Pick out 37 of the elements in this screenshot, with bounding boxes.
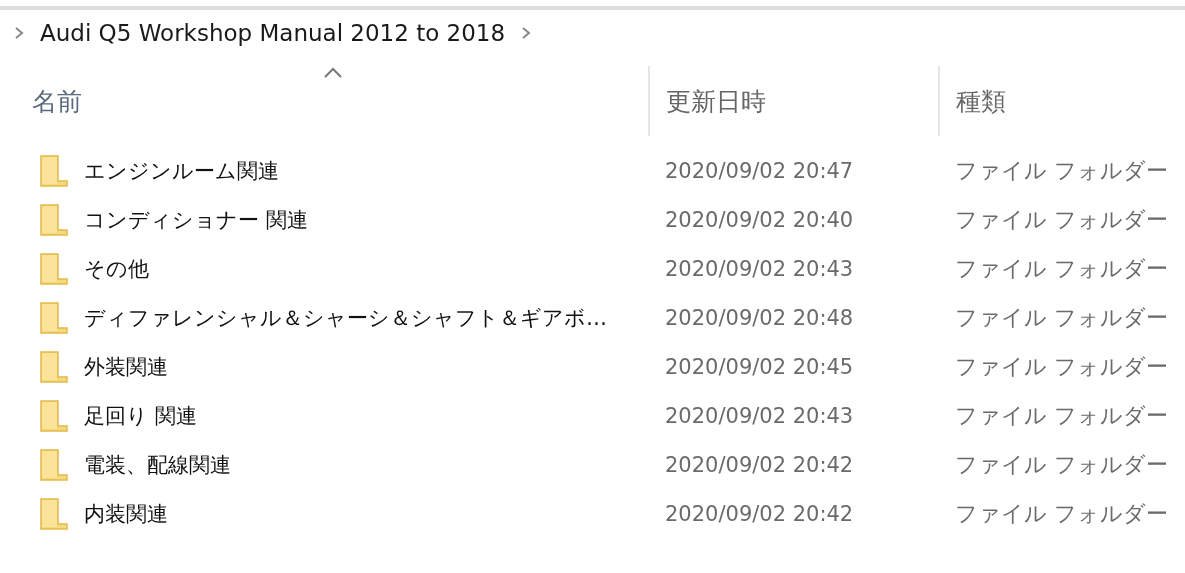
folder-icon: [40, 448, 68, 481]
column-header[interactable]: 名前: [0, 66, 650, 136]
folder-icon: [40, 301, 68, 334]
folder-icon: [40, 252, 68, 285]
sort-caret-icon: [322, 66, 344, 80]
modified-date: 2020/09/02 20:43: [664, 256, 855, 281]
file-type: ファイル フォルダー: [954, 401, 1169, 430]
file-name[interactable]: エンジンルーム関連: [84, 156, 279, 185]
file-name[interactable]: ディファレンシャル＆シャーシ＆シャフト＆ギアボ…: [84, 303, 607, 332]
file-type: ファイル フォルダー: [954, 499, 1169, 528]
modified-date: 2020/09/02 20:47: [664, 158, 855, 183]
file-name[interactable]: 内装関連: [84, 499, 168, 528]
file-name[interactable]: 外装関連: [84, 352, 168, 381]
file-type: ファイル フォルダー: [954, 205, 1169, 234]
file-type: ファイル フォルダー: [954, 303, 1169, 332]
file-type: ファイル フォルダー: [954, 156, 1169, 185]
folder-icon: [40, 350, 68, 383]
folder-icon: [40, 399, 68, 432]
file-name[interactable]: コンディショナー 関連: [84, 205, 308, 234]
modified-date: 2020/09/02 20:48: [664, 305, 855, 330]
modified-date: 2020/09/02 20:45: [664, 354, 855, 379]
modified-date: 2020/09/02 20:42: [664, 501, 855, 526]
column-header[interactable]: 更新日時: [650, 66, 940, 136]
file-name[interactable]: その他: [84, 254, 149, 283]
modified-date: 2020/09/02 20:42: [664, 452, 855, 477]
folder-icon: [40, 497, 68, 530]
file-type: ファイル フォルダー: [954, 352, 1169, 381]
folder-icon: [40, 154, 68, 187]
file-name[interactable]: 電装、配線関連: [84, 450, 231, 479]
file-name[interactable]: 足回り 関連: [84, 401, 197, 430]
modified-date: 2020/09/02 20:43: [664, 403, 855, 428]
modified-date: 2020/09/02 20:40: [664, 207, 855, 232]
column-header[interactable]: 種類: [940, 66, 1185, 136]
file-type: ファイル フォルダー: [954, 254, 1169, 283]
folder-icon: [40, 203, 68, 236]
breadcrumb-item[interactable]: Audi Q5 Workshop Manual 2012 to 2018: [40, 20, 506, 46]
file-type: ファイル フォルダー: [954, 450, 1169, 479]
